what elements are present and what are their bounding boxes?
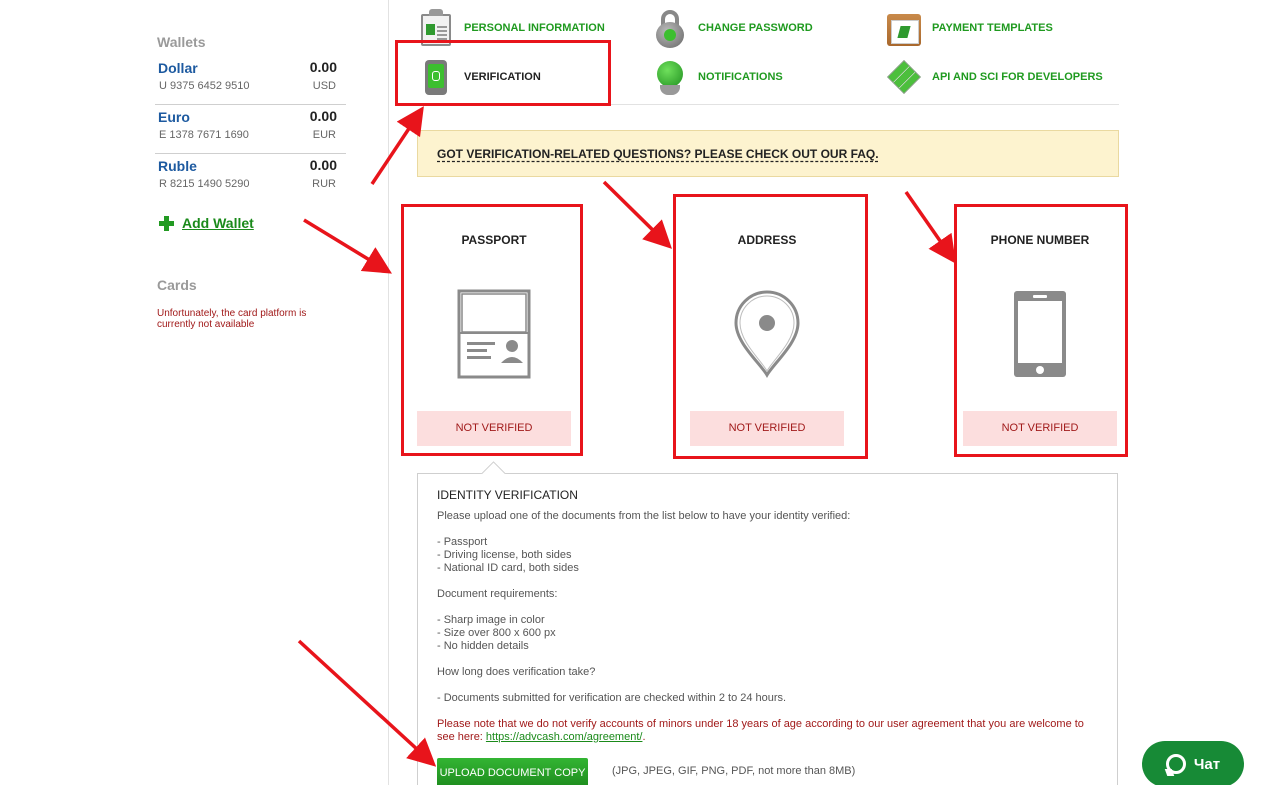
wallet-balance: 0.00 — [309, 59, 337, 75]
duration-text: - Documents submitted for verification a… — [437, 692, 787, 704]
requirement-item: - No hidden details — [437, 640, 529, 652]
bell-icon — [650, 57, 690, 97]
highlight-box-address — [673, 194, 868, 459]
nav-label[interactable]: PERSONAL INFORMATION — [464, 22, 605, 34]
upload-format-note: (JPG, JPEG, GIF, PNG, PDF, not more than… — [612, 765, 856, 777]
chat-bubble-icon — [1165, 754, 1186, 774]
cards-heading: Cards — [157, 277, 197, 293]
add-wallet-button[interactable]: Add Wallet — [159, 214, 254, 232]
wallets-heading: Wallets — [157, 34, 206, 50]
upload-document-button[interactable]: UPLOAD DOCUMENT COPY — [437, 758, 588, 785]
wallet-number: E 1378 7671 1690 — [159, 129, 249, 141]
requirement-item: - Size over 800 x 600 px — [437, 627, 556, 639]
cards-unavailable-message: Unfortunately, the card platform is curr… — [157, 308, 307, 330]
padlock-icon — [650, 8, 690, 48]
document-item: - Driving license, both sides — [437, 549, 572, 561]
nav-label[interactable]: CHANGE PASSWORD — [698, 22, 813, 34]
document-item: - Passport — [437, 536, 488, 548]
requirement-item: - Sharp image in color — [437, 614, 545, 626]
arrow-to-address — [602, 180, 672, 249]
wallet-currency: USD — [312, 80, 336, 92]
faq-link[interactable]: GOT VERIFICATION-RELATED QUESTIONS? PLEA… — [437, 147, 879, 161]
arrow-to-phone — [904, 190, 957, 264]
highlight-box-phone — [954, 204, 1128, 457]
nav-label[interactable]: API AND SCI FOR DEVELOPERS — [932, 71, 1103, 83]
panel-body: Please upload one of the documents from … — [437, 510, 1097, 744]
nav-notifications[interactable]: NOTIFICATIONS — [650, 57, 783, 97]
agreement-link[interactable]: https://advcash.com/agreement/ — [486, 731, 643, 743]
requirements-heading: Document requirements: — [437, 588, 558, 600]
wallet-currency: EUR — [312, 129, 336, 141]
faq-banner: GOT VERIFICATION-RELATED QUESTIONS? PLEA… — [417, 130, 1119, 177]
nav-label[interactable]: NOTIFICATIONS — [698, 71, 783, 83]
panel-title: IDENTITY VERIFICATION — [437, 488, 578, 502]
wallet-balance: 0.00 — [309, 157, 337, 173]
wallet-dollar[interactable]: Dollar U 9375 6452 9510 0.00 USD — [155, 56, 346, 105]
nav-change-password[interactable]: CHANGE PASSWORD — [650, 8, 813, 48]
add-wallet-label[interactable]: Add Wallet — [182, 215, 254, 231]
cube-icon — [884, 57, 924, 97]
nav-api-sci[interactable]: API AND SCI FOR DEVELOPERS — [884, 57, 1103, 97]
wallet-name[interactable]: Ruble — [158, 158, 197, 174]
identity-verification-panel: IDENTITY VERIFICATION Please upload one … — [417, 473, 1118, 785]
wallet-ruble[interactable]: Ruble R 8215 1490 5290 0.00 RUR — [155, 154, 346, 203]
nav-label[interactable]: PAYMENT TEMPLATES — [932, 22, 1053, 34]
wallet-number: U 9375 6452 9510 — [159, 80, 250, 92]
plus-icon — [159, 215, 174, 231]
sidebar: Wallets Dollar U 9375 6452 9510 0.00 USD… — [0, 0, 389, 785]
wallet-name[interactable]: Dollar — [158, 60, 198, 76]
template-icon — [884, 8, 924, 48]
wallet-name[interactable]: Euro — [158, 109, 190, 125]
wallet-euro[interactable]: Euro E 1378 7671 1690 0.00 EUR — [155, 105, 346, 154]
minors-notice: Please note that we do not verify accoun… — [437, 718, 1084, 743]
wallet-number: R 8215 1490 5290 — [159, 178, 250, 190]
highlight-box-verification-tab — [395, 40, 611, 106]
document-item: - National ID card, both sides — [437, 562, 579, 574]
wallet-balance: 0.00 — [309, 108, 337, 124]
nav-payment-templates[interactable]: PAYMENT TEMPLATES — [884, 8, 1053, 48]
panel-pointer — [478, 458, 508, 474]
highlight-box-passport — [401, 204, 583, 456]
duration-heading: How long does verification take? — [437, 666, 596, 678]
chat-button[interactable]: Чат — [1142, 741, 1244, 785]
wallet-currency: RUR — [312, 178, 336, 190]
chat-label[interactable]: Чат — [1194, 756, 1220, 773]
intro-text: Please upload one of the documents from … — [437, 510, 851, 522]
